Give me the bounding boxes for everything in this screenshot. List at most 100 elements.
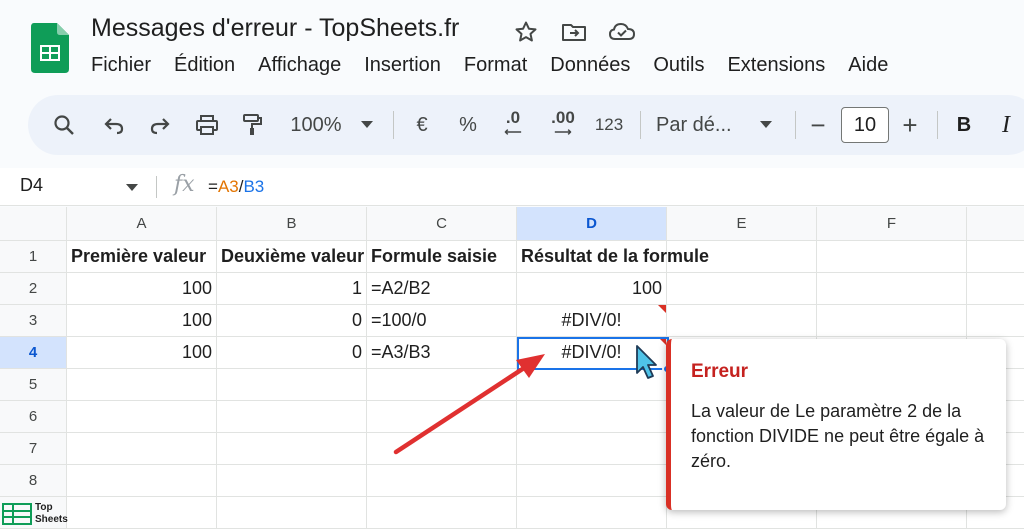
cell-b9[interactable] (217, 497, 367, 529)
cell-b8[interactable] (217, 465, 367, 497)
cell-b6[interactable] (217, 401, 367, 433)
cell-b7[interactable] (217, 433, 367, 465)
cell-c3[interactable]: =100/0 (367, 305, 517, 337)
cell-d6[interactable] (517, 401, 667, 433)
cell-e3[interactable] (667, 305, 817, 337)
cell-d3[interactable]: #DIV/0! (517, 305, 667, 337)
cell-d7[interactable] (517, 433, 667, 465)
column-header-b[interactable]: B (217, 207, 367, 241)
increase-decimal-button[interactable]: .00 ⟶ (544, 95, 582, 155)
row-header-2[interactable]: 2 (0, 273, 67, 305)
italic-button[interactable]: I (996, 95, 1016, 155)
cell-a3[interactable]: 100 (67, 305, 217, 337)
cell-f2[interactable] (817, 273, 967, 305)
row-header-4[interactable]: 4 (0, 337, 67, 369)
font-size-input[interactable]: 10 (841, 107, 889, 143)
menu-edition[interactable]: Édition (174, 54, 235, 77)
name-box[interactable]: D4 (20, 175, 43, 196)
error-indicator-icon[interactable] (658, 337, 666, 345)
column-header-c[interactable]: C (367, 207, 517, 241)
increase-font-size-button[interactable]: + (898, 95, 922, 155)
column-header-a[interactable]: A (67, 207, 217, 241)
cell-b3[interactable]: 0 (217, 305, 367, 337)
cell-b1[interactable]: Deuxième valeur (217, 241, 367, 273)
cloud-saved-icon[interactable] (608, 18, 636, 46)
cell-a5[interactable] (67, 369, 217, 401)
more-formats-button[interactable]: 123 (592, 95, 626, 155)
menu-affichage[interactable]: Affichage (258, 54, 341, 77)
redo-icon[interactable] (146, 95, 174, 155)
formula-input[interactable]: =A3/B3 (208, 177, 264, 197)
menu-outils[interactable]: Outils (653, 54, 704, 77)
cell-a2[interactable]: 100 (67, 273, 217, 305)
cell-b5[interactable] (217, 369, 367, 401)
font-family-select[interactable]: Par dé... (656, 95, 766, 155)
cell-d9[interactable] (517, 497, 667, 529)
cell-e2[interactable] (667, 273, 817, 305)
cell-d5[interactable] (517, 369, 667, 401)
document-title[interactable]: Messages d'erreur - TopSheets.fr (91, 14, 459, 43)
error-message: La valeur de Le paramètre 2 de la foncti… (691, 401, 985, 471)
formula-bar: D4 fx =A3/B3 (0, 168, 1024, 206)
menu-donnees[interactable]: Données (550, 54, 630, 77)
undo-icon[interactable] (100, 95, 128, 155)
cell-f3[interactable] (817, 305, 967, 337)
cell-f1[interactable] (817, 241, 967, 273)
sheets-logo-icon[interactable] (31, 23, 69, 73)
font-family-dropdown-icon[interactable] (756, 95, 776, 155)
row-header-5[interactable]: 5 (0, 369, 67, 401)
name-box-dropdown-icon[interactable] (126, 176, 138, 196)
menu-insertion[interactable]: Insertion (364, 54, 441, 77)
cell-b4[interactable]: 0 (217, 337, 367, 369)
cell-d2[interactable]: 100 (517, 273, 667, 305)
cell-c9[interactable] (367, 497, 517, 529)
row-header-8[interactable]: 8 (0, 465, 67, 497)
print-icon[interactable] (192, 95, 222, 155)
cell-c1[interactable]: Formule saisie (367, 241, 517, 273)
menu-aide[interactable]: Aide (848, 54, 888, 77)
cell-d8[interactable] (517, 465, 667, 497)
cell-a8[interactable] (67, 465, 217, 497)
search-menus-icon[interactable] (50, 95, 78, 155)
cell-c5[interactable] (367, 369, 517, 401)
select-all-corner[interactable] (0, 207, 67, 241)
cell-c2[interactable]: =A2/B2 (367, 273, 517, 305)
move-folder-icon[interactable] (560, 18, 588, 46)
decrease-font-size-button[interactable]: − (806, 95, 830, 155)
cell-a1[interactable]: Première valeur (67, 241, 217, 273)
column-header-f[interactable]: F (817, 207, 967, 241)
cell-b2[interactable]: 1 (217, 273, 367, 305)
bold-button[interactable]: B (952, 95, 976, 155)
error-indicator-icon[interactable] (658, 305, 666, 313)
cell-c6[interactable] (367, 401, 517, 433)
menu-fichier[interactable]: Fichier (91, 54, 151, 77)
cell-g3[interactable] (967, 305, 1024, 337)
row-header-7[interactable]: 7 (0, 433, 67, 465)
zoom-select[interactable]: 100% (284, 95, 348, 155)
column-header-e[interactable]: E (667, 207, 817, 241)
percent-format-button[interactable]: % (454, 95, 482, 155)
cell-a9[interactable] (67, 497, 217, 529)
paint-format-icon[interactable] (238, 95, 266, 155)
cell-a7[interactable] (67, 433, 217, 465)
menu-format[interactable]: Format (464, 54, 527, 77)
cell-a4[interactable]: 100 (67, 337, 217, 369)
cell-d1[interactable]: Résultat de la formule (517, 241, 709, 273)
cell-c8[interactable] (367, 465, 517, 497)
row-header-1[interactable]: 1 (0, 241, 67, 273)
row-header-3[interactable]: 3 (0, 305, 67, 337)
cell-g2[interactable] (967, 273, 1024, 305)
cell-c4[interactable]: =A3/B3 (367, 337, 517, 369)
cell-d4[interactable]: #DIV/0! (517, 337, 667, 369)
cell-g1[interactable] (967, 241, 1024, 273)
column-header-g[interactable] (967, 207, 1024, 241)
cell-c7[interactable] (367, 433, 517, 465)
row-header-6[interactable]: 6 (0, 401, 67, 433)
currency-format-button[interactable]: € (408, 95, 436, 155)
menu-extensions[interactable]: Extensions (727, 54, 825, 77)
zoom-dropdown-icon[interactable] (358, 95, 376, 155)
star-icon[interactable] (512, 18, 540, 46)
column-header-d[interactable]: D (517, 207, 667, 241)
decrease-decimal-button[interactable]: .0 ⟵ (496, 95, 530, 155)
cell-a6[interactable] (67, 401, 217, 433)
